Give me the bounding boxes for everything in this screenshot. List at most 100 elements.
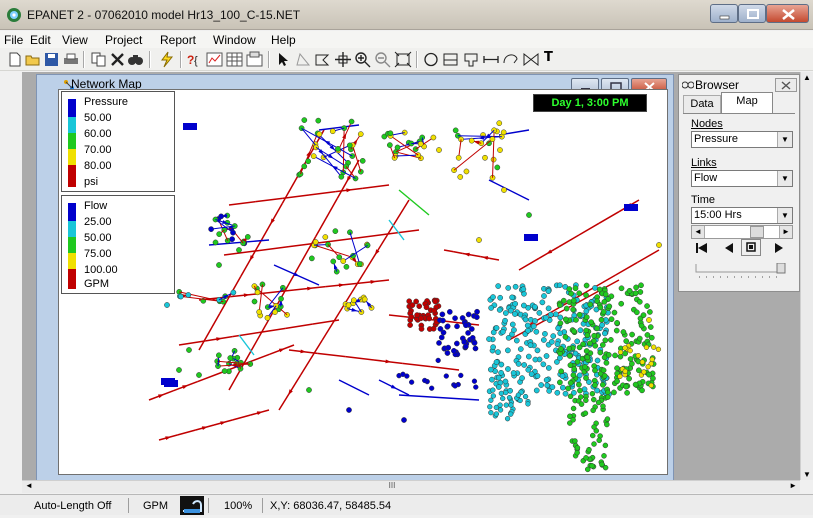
tank-node[interactable] — [183, 123, 197, 130]
junction-node[interactable] — [555, 342, 560, 347]
junction-node[interactable] — [594, 326, 599, 331]
chevron-down-icon[interactable]: ▼ — [777, 132, 792, 147]
junction-node[interactable] — [608, 337, 613, 342]
junction-node[interactable] — [476, 237, 481, 242]
junction-node[interactable] — [587, 447, 592, 452]
junction-node[interactable] — [265, 315, 270, 320]
junction-node[interactable] — [453, 384, 458, 389]
junction-node[interactable] — [418, 141, 423, 146]
select-region-icon[interactable] — [314, 51, 332, 68]
junction-node[interactable] — [571, 406, 576, 411]
junction-node[interactable] — [409, 380, 414, 385]
junction-node[interactable] — [532, 318, 537, 323]
junction-node[interactable] — [473, 385, 478, 390]
junction-node[interactable] — [445, 350, 450, 355]
pipe-link[interactable] — [232, 415, 250, 420]
menu-report[interactable]: Report — [160, 33, 196, 47]
junction-node[interactable] — [357, 261, 362, 266]
junction-node[interactable] — [647, 309, 652, 314]
junction-node[interactable] — [510, 322, 515, 327]
close-button[interactable] — [766, 4, 809, 23]
junction-node[interactable] — [535, 373, 540, 378]
pipe-link[interactable] — [402, 363, 430, 366]
junction-node[interactable] — [446, 345, 451, 350]
junction-node[interactable] — [500, 396, 505, 401]
junction-node[interactable] — [541, 337, 546, 342]
junction-node[interactable] — [534, 388, 539, 393]
junction-node[interactable] — [601, 309, 606, 314]
pipe-link[interactable] — [262, 290, 294, 293]
select-vertex-icon[interactable] — [294, 51, 312, 68]
junction-node[interactable] — [347, 143, 352, 148]
junction-node[interactable] — [495, 350, 500, 355]
junction-node[interactable] — [649, 383, 654, 388]
junction-node[interactable] — [572, 367, 577, 372]
junction-node[interactable] — [298, 171, 303, 176]
junction-node[interactable] — [611, 390, 616, 395]
junction-node[interactable] — [532, 304, 537, 309]
junction-node[interactable] — [458, 174, 463, 179]
junction-node[interactable] — [408, 322, 413, 327]
junction-node[interactable] — [395, 145, 400, 150]
junction-node[interactable] — [612, 353, 617, 358]
junction-node[interactable] — [460, 315, 465, 320]
junction-node[interactable] — [186, 292, 191, 297]
junction-node[interactable] — [278, 296, 283, 301]
junction-node[interactable] — [486, 336, 491, 341]
pipe-link[interactable] — [312, 320, 339, 324]
scroll-down-icon[interactable]: ▼ — [803, 470, 811, 479]
junction-node[interactable] — [508, 412, 513, 417]
junction-node[interactable] — [567, 346, 572, 351]
junction-node[interactable] — [335, 146, 340, 151]
junction-node[interactable] — [313, 239, 318, 244]
junction-node[interactable] — [605, 395, 610, 400]
pipe-link[interactable] — [317, 353, 345, 356]
junction-node[interactable] — [439, 335, 444, 340]
junction-node[interactable] — [452, 316, 457, 321]
junction-node[interactable] — [567, 286, 572, 291]
junction-node[interactable] — [583, 455, 588, 460]
junction-node[interactable] — [451, 348, 456, 353]
junction-node[interactable] — [558, 346, 563, 351]
add-junction-icon[interactable] — [422, 51, 440, 68]
junction-node[interactable] — [571, 329, 576, 334]
auto-length-status[interactable]: Auto-Length Off — [34, 500, 111, 512]
junction-node[interactable] — [544, 353, 549, 358]
junction-node[interactable] — [648, 324, 653, 329]
pipe-link[interactable] — [637, 250, 659, 263]
junction-node[interactable] — [641, 370, 646, 375]
junction-node[interactable] — [490, 294, 495, 299]
junction-node[interactable] — [644, 345, 649, 350]
junction-node[interactable] — [592, 285, 597, 290]
junction-node[interactable] — [466, 312, 471, 317]
horizontal-scroll-thumb[interactable]: III — [362, 481, 422, 492]
menu-project[interactable]: Project — [105, 33, 142, 47]
junction-node[interactable] — [474, 309, 479, 314]
junction-node[interactable] — [490, 136, 495, 141]
graph-icon[interactable] — [206, 51, 224, 68]
junction-node[interactable] — [542, 331, 547, 336]
junction-node[interactable] — [525, 328, 530, 333]
pipe-link[interactable] — [594, 275, 616, 288]
menu-help[interactable]: Help — [271, 33, 296, 47]
time-select[interactable]: 15:00 Hrs ▼ — [691, 207, 793, 224]
junction-node[interactable] — [592, 333, 597, 338]
junction-node[interactable] — [346, 407, 351, 412]
pipe-link[interactable] — [309, 192, 336, 195]
junction-node[interactable] — [164, 302, 169, 307]
junction-node[interactable] — [623, 369, 628, 374]
junction-node[interactable] — [634, 310, 639, 315]
junction-node[interactable] — [489, 305, 494, 310]
pipe-link[interactable] — [489, 180, 529, 200]
junction-node[interactable] — [560, 373, 565, 378]
junction-node[interactable] — [438, 326, 443, 331]
junction-node[interactable] — [623, 346, 628, 351]
junction-node[interactable] — [575, 450, 580, 455]
junction-node[interactable] — [601, 453, 606, 458]
junction-node[interactable] — [629, 361, 634, 366]
junction-node[interactable] — [472, 340, 477, 345]
pipe-link[interactable] — [431, 367, 459, 370]
junction-node[interactable] — [454, 324, 459, 329]
junction-node[interactable] — [339, 174, 344, 179]
junction-node[interactable] — [519, 375, 524, 380]
